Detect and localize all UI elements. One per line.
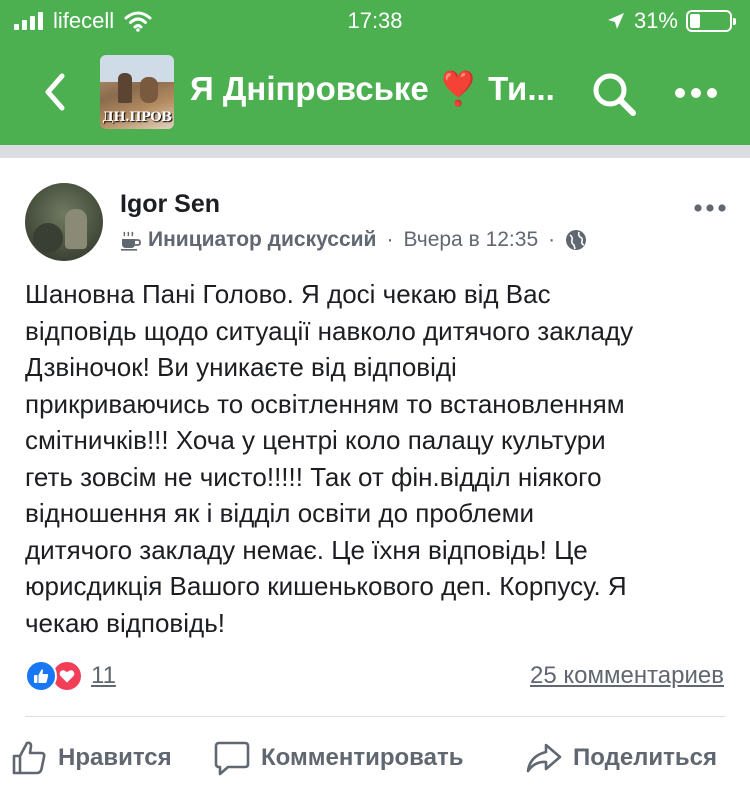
- thumbs-up-icon: [12, 741, 46, 775]
- group-avatar-text: ДН.ПРОВ: [102, 110, 172, 125]
- post-text-line: геть зовсім не чисто!!!!! Так от фін.від…: [25, 461, 602, 492]
- more-dots-icon: [675, 88, 717, 98]
- status-right: 31%: [606, 8, 736, 34]
- post-text-line: Дзвіночок! Ви уникаєте від відповіді: [25, 352, 457, 382]
- meta-separator: ·: [386, 228, 394, 251]
- post-actions: Нравится Комментировать Поделиться: [0, 733, 750, 783]
- comment-label: Комментировать: [261, 744, 464, 771]
- battery-icon: [686, 10, 736, 32]
- back-button[interactable]: [36, 70, 76, 114]
- battery-percent: 31%: [633, 8, 678, 33]
- location-arrow-icon: [607, 13, 624, 29]
- globe-icon: [566, 230, 587, 250]
- like-reaction-icon: [25, 660, 57, 692]
- comments-count-link[interactable]: 25 комментариев: [530, 662, 724, 690]
- share-label: Поделиться: [573, 744, 718, 771]
- comment-button[interactable]: Комментировать: [213, 733, 463, 783]
- post-options-button[interactable]: [692, 198, 728, 218]
- search-icon: [593, 73, 636, 116]
- share-button[interactable]: Поделиться: [525, 733, 717, 783]
- meta-separator: ·: [548, 228, 556, 251]
- post-body: Шановна Пані Голово. Я досі чекаю від Ва…: [25, 276, 730, 641]
- share-arrow-icon: [526, 743, 562, 773]
- author-name[interactable]: Igor Sen: [120, 190, 220, 219]
- post-card: Igor Sen Инициатор дискуссий · Вчера в 1…: [0, 158, 750, 793]
- actions-divider: [25, 716, 725, 717]
- reactions-count[interactable]: 11: [91, 662, 116, 690]
- author-avatar[interactable]: [25, 183, 103, 261]
- navbar: ДН.ПРОВ Я Дніпровське ❣️ Ти...: [0, 40, 750, 145]
- post-text-line: юрисдикція Вашого кишенькового деп. Корп…: [25, 571, 627, 601]
- status-bar: lifecell 17:38 31%: [0, 0, 750, 40]
- comment-bubble-icon: [214, 741, 250, 776]
- feed-separator: [0, 145, 750, 158]
- like-label: Нравится: [58, 744, 172, 771]
- more-dots-icon: [694, 204, 726, 212]
- post-time[interactable]: Вчера в 12:35: [403, 228, 538, 252]
- coffee-cup-icon: [121, 231, 141, 251]
- group-avatar[interactable]: ДН.ПРОВ: [100, 55, 174, 129]
- post-text-line: відношення як і відділ освіти до проблем…: [25, 498, 535, 528]
- post-text-line: дитячого закладу немає. Це їхня відповід…: [25, 534, 588, 565]
- post-text-line: прикриваючись то освітленням то встановл…: [25, 388, 625, 419]
- group-title[interactable]: Я Дніпровське ❣️ Ти...: [190, 70, 570, 109]
- post-meta: Инициатор дискуссий · Вчера в 12:35 ·: [120, 228, 587, 252]
- more-options-button[interactable]: [672, 78, 720, 108]
- post-text-line: смітничків!!! Хоча у центрі коло палацу …: [25, 425, 606, 455]
- post-text-line: чекаю відповідь!: [25, 607, 225, 638]
- post-text-line: Шановна Пані Голово. Я досі чекаю від Ва…: [25, 279, 551, 309]
- search-button[interactable]: [590, 70, 638, 118]
- post-text-line: відповідь щодо ситуації навколо дитячого…: [25, 315, 634, 346]
- chevron-left-icon: [45, 73, 65, 111]
- member-badge[interactable]: Инициатор дискуссий: [148, 228, 376, 252]
- reactions-summary[interactable]: 11: [25, 660, 116, 692]
- like-button[interactable]: Нравится: [10, 733, 172, 783]
- app-header: lifecell 17:38 31% ДН.ПРОВ Я Дніпровське…: [0, 0, 750, 145]
